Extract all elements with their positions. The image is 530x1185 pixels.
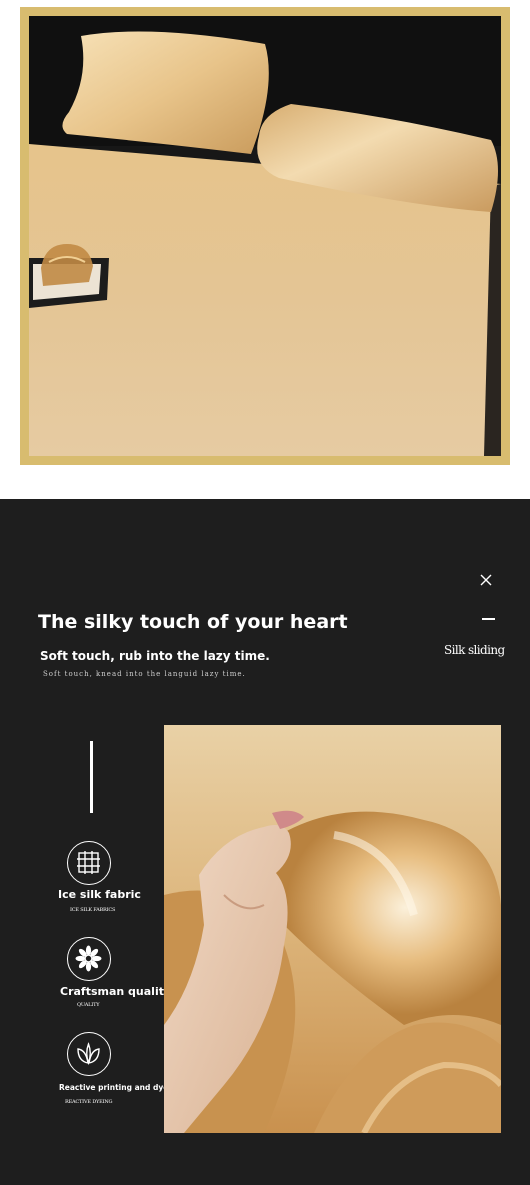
side-label: Silk sliding [444,643,505,657]
feature-panel: The silky touch of your heart Soft touch… [0,499,530,1185]
leaf-icon [67,1032,111,1076]
grid-icon [67,841,111,885]
tagline: Soft touch, rub into the lazy time. [40,649,270,663]
satin-closeup-image [164,725,501,1133]
bed-illustration [29,16,501,456]
hero-bed-image [29,16,501,456]
vertical-divider [90,741,93,813]
minus-icon [482,618,495,620]
feature-label: Ice silk fabric [58,888,141,901]
flower-icon [67,937,111,981]
feature-sub: ICE SILK FABRICS [70,907,116,913]
tagline-sub: Soft touch, knead into the languid lazy … [43,670,246,678]
satin-illustration [164,725,501,1133]
hero-photo-frame [20,7,510,465]
feature-label: Craftsman quality [60,985,172,998]
feature-ice-silk: Ice silk fabric ICE SILK FABRICS [20,841,160,913]
feature-craftsman: Craftsman quality QUALITY [20,937,171,1008]
feature-sub: QUALITY [77,1002,100,1008]
feature-sub: REACTIVE DYEING [65,1099,113,1105]
headline: The silky touch of your heart [38,611,348,633]
feature-reactive: Reactive printing and dyeing REACTIVE DY… [20,1032,182,1105]
close-icon[interactable] [478,572,494,588]
